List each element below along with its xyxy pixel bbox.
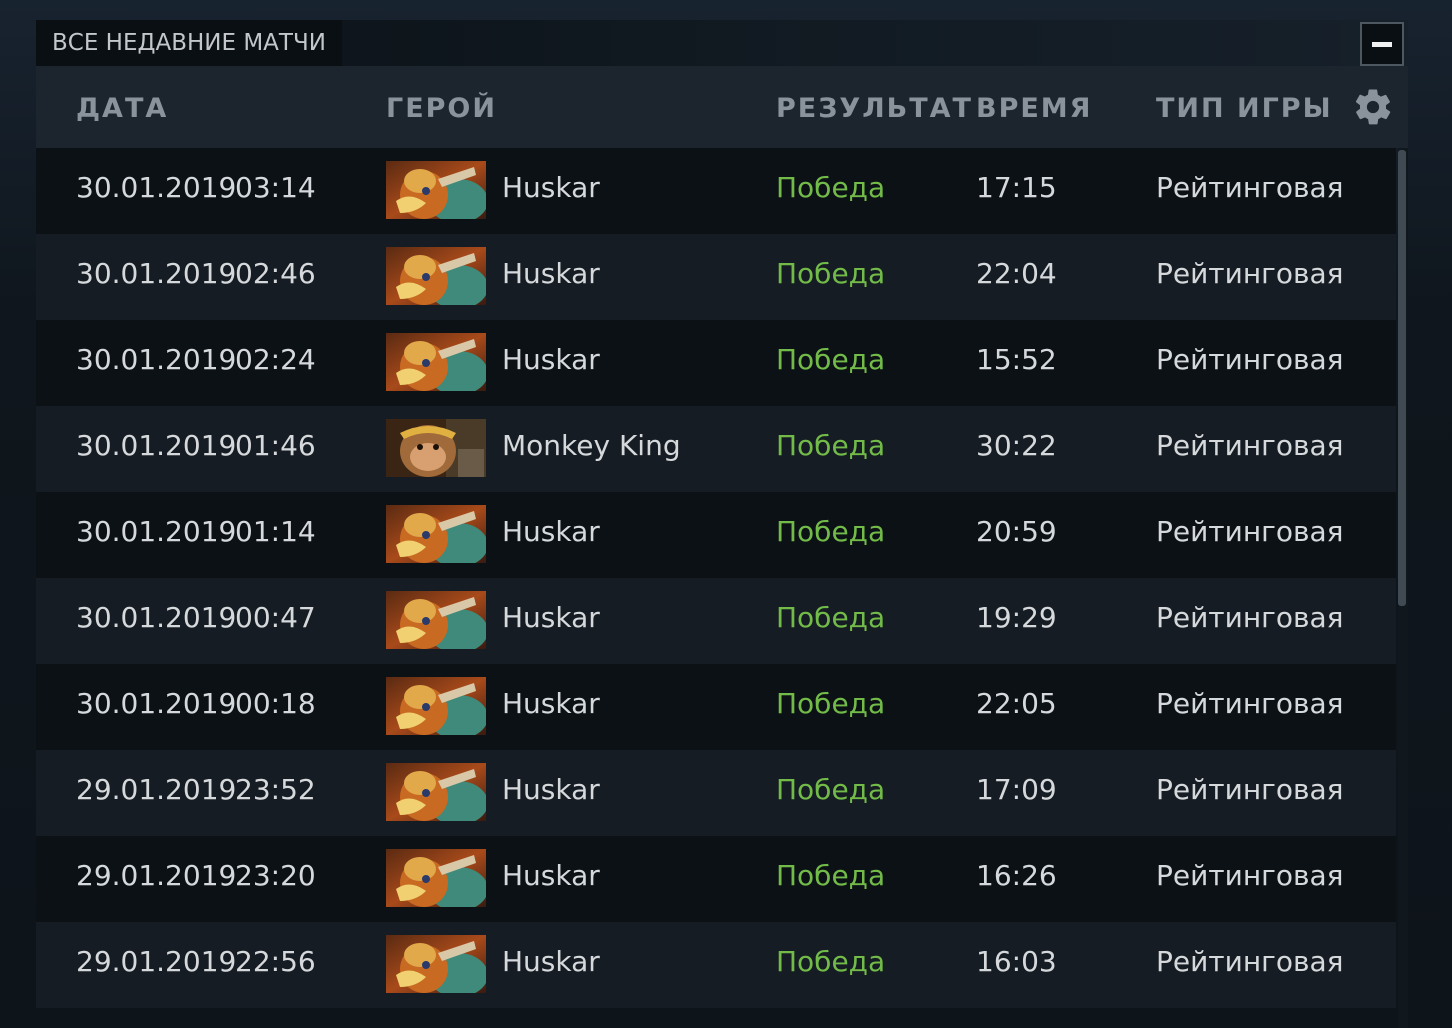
match-row[interactable]: 30.01.2019 03:14 Huskar Победа 17:15 Рейтинго…: [36, 148, 1396, 234]
match-duration: 16:26: [976, 859, 1057, 892]
panel-title: Все недавние матчи: [36, 20, 342, 66]
match-row[interactable]: 30.01.2019 02:24 Huskar Победа 15:52 Рейтинго…: [36, 320, 1396, 406]
match-duration: 15:52: [976, 343, 1057, 376]
match-result: Победа: [776, 601, 886, 634]
hero-name: Huskar: [502, 171, 600, 204]
hero-name: Huskar: [502, 601, 600, 634]
match-duration: 30:22: [976, 429, 1057, 462]
game-type: Рейтинговая: [1156, 601, 1344, 634]
match-row[interactable]: 30.01.2019 01:46 Monkey King Победа 30:22 Рей…: [36, 406, 1396, 492]
match-date: 30.01.2019: [76, 257, 237, 290]
hero-name: Huskar: [502, 257, 600, 290]
matches-list: 30.01.2019 03:14 Huskar Победа 17:15 Рейтинго…: [36, 148, 1396, 1008]
match-time: 00:18: [235, 687, 316, 720]
match-result: Победа: [776, 773, 886, 806]
match-duration: 16:03: [976, 945, 1057, 978]
match-date: 30.01.2019: [76, 515, 237, 548]
match-result: Победа: [776, 859, 886, 892]
match-time: 02:46: [235, 257, 316, 290]
hero-name: Huskar: [502, 945, 600, 978]
match-duration: 19:29: [976, 601, 1057, 634]
game-type: Рейтинговая: [1156, 171, 1344, 204]
match-duration: 17:09: [976, 773, 1057, 806]
match-date: 30.01.2019: [76, 429, 237, 462]
table-header: Дата Герой Результат Время Тип игры: [36, 66, 1408, 148]
match-time: 03:14: [235, 171, 316, 204]
huskar-portrait-icon: [386, 247, 486, 305]
match-result: Победа: [776, 515, 886, 548]
huskar-portrait-icon: [386, 333, 486, 391]
huskar-portrait-icon: [386, 505, 486, 563]
hero-name: Huskar: [502, 515, 600, 548]
match-time: 23:52: [235, 773, 316, 806]
huskar-portrait-icon: [386, 849, 486, 907]
match-time: 00:47: [235, 601, 316, 634]
match-time: 01:14: [235, 515, 316, 548]
match-row[interactable]: 30.01.2019 00:47 Huskar Победа 19:29 Рейтинго…: [36, 578, 1396, 664]
gear-icon[interactable]: [1352, 86, 1394, 128]
hero-name: Huskar: [502, 343, 600, 376]
column-header-duration[interactable]: Время: [976, 66, 1092, 148]
match-date: 30.01.2019: [76, 171, 237, 204]
match-result: Победа: [776, 343, 886, 376]
match-date: 29.01.2019: [76, 945, 237, 978]
huskar-portrait-icon: [386, 591, 486, 649]
match-date: 30.01.2019: [76, 343, 237, 376]
huskar-portrait-icon: [386, 763, 486, 821]
game-type: Рейтинговая: [1156, 515, 1344, 548]
match-result: Победа: [776, 687, 886, 720]
match-date: 30.01.2019: [76, 687, 237, 720]
match-result: Победа: [776, 257, 886, 290]
game-type: Рейтинговая: [1156, 257, 1344, 290]
hero-name: Huskar: [502, 773, 600, 806]
match-date: 29.01.2019: [76, 859, 237, 892]
match-duration: 17:15: [976, 171, 1057, 204]
game-type: Рейтинговая: [1156, 773, 1344, 806]
column-header-game-type[interactable]: Тип игры: [1156, 66, 1333, 148]
recent-matches-panel: Все недавние матчи Дата Герой Результат …: [36, 20, 1408, 1028]
match-duration: 20:59: [976, 515, 1057, 548]
game-type: Рейтинговая: [1156, 945, 1344, 978]
match-row[interactable]: 29.01.2019 23:20 Huskar Победа 16:26 Рейтинго…: [36, 836, 1396, 922]
column-header-result[interactable]: Результат: [776, 66, 973, 148]
match-result: Победа: [776, 429, 886, 462]
game-type: Рейтинговая: [1156, 859, 1344, 892]
match-time: 01:46: [235, 429, 316, 462]
match-date: 29.01.2019: [76, 773, 237, 806]
match-time: 02:24: [235, 343, 316, 376]
match-result: Победа: [776, 945, 886, 978]
minus-icon: [1372, 41, 1392, 47]
minimize-button[interactable]: [1360, 22, 1404, 66]
match-row[interactable]: 29.01.2019 22:56 Huskar Победа 16:03 Рейтинго…: [36, 922, 1396, 1008]
huskar-portrait-icon: [386, 161, 486, 219]
game-type: Рейтинговая: [1156, 343, 1344, 376]
match-duration: 22:05: [976, 687, 1057, 720]
match-row[interactable]: 29.01.2019 23:52 Huskar Победа 17:09 Рейтинго…: [36, 750, 1396, 836]
huskar-portrait-icon: [386, 677, 486, 735]
scrollbar-thumb[interactable]: [1398, 150, 1406, 606]
match-time: 23:20: [235, 859, 316, 892]
match-result: Победа: [776, 171, 886, 204]
game-type: Рейтинговая: [1156, 687, 1344, 720]
hero-name: Huskar: [502, 687, 600, 720]
huskar-portrait-icon: [386, 935, 486, 993]
match-time: 22:56: [235, 945, 316, 978]
match-row[interactable]: 30.01.2019 01:14 Huskar Победа 20:59 Рейтинго…: [36, 492, 1396, 578]
hero-name: Huskar: [502, 859, 600, 892]
match-row[interactable]: 30.01.2019 00:18 Huskar Победа 22:05 Рейтинго…: [36, 664, 1396, 750]
hero-name: Monkey King: [502, 429, 681, 462]
match-row[interactable]: 30.01.2019 02:46 Huskar Победа 22:04 Рейтинго…: [36, 234, 1396, 320]
game-type: Рейтинговая: [1156, 429, 1344, 462]
match-duration: 22:04: [976, 257, 1057, 290]
monkey-king-portrait-icon: [386, 419, 486, 477]
match-date: 30.01.2019: [76, 601, 237, 634]
column-header-date[interactable]: Дата: [76, 66, 168, 148]
column-header-hero[interactable]: Герой: [386, 66, 497, 148]
